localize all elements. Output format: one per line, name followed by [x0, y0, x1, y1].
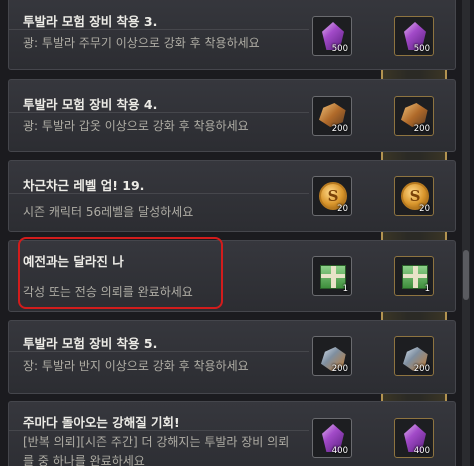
quest-title: 투발라 모험 장비 착용 3.	[23, 14, 158, 29]
quest-description: [반복 의뢰][시즌 주간] 더 강해지는 투발라 장비 의뢰를 중 하나를 완…	[23, 435, 290, 466]
premium-reward-slot[interactable]: 20	[394, 176, 434, 216]
quest-card[interactable]: 투발라 모험 장비 착용 3. 광: 투발라 주무기 이상으로 강화 후 착용하…	[8, 0, 456, 70]
scrollbar-track[interactable]	[462, 0, 470, 466]
reward-slot[interactable]: 1	[312, 256, 352, 296]
premium-reward-slot[interactable]: 500	[394, 16, 434, 56]
reward-count: 200	[331, 124, 348, 134]
quest-description: 광: 투발라 주무기 이상으로 강화 후 착용하세요	[23, 36, 260, 50]
divider	[9, 351, 309, 352]
premium-reward-slot[interactable]: 400	[394, 418, 434, 458]
quest-title: 주마다 돌아오는 강해질 기회!	[23, 415, 180, 430]
reward-count: 200	[413, 124, 430, 134]
quest-description: 장: 투발라 반지 이상으로 강화 후 착용하세요	[23, 359, 249, 373]
quest-card[interactable]: 주마다 돌아오는 강해질 기회! [반복 의뢰][시즌 주간] 더 강해지는 투…	[8, 401, 456, 466]
red-highlight-annotation	[18, 237, 223, 309]
reward-count: 1	[342, 284, 348, 294]
reward-count: 1	[424, 284, 430, 294]
reward-count: 400	[413, 446, 430, 456]
reward-count: 200	[413, 364, 430, 374]
reward-count: 500	[413, 44, 430, 54]
premium-reward-slot[interactable]: 1	[394, 256, 434, 296]
quest-description: 광: 투발라 갑옷 이상으로 강화 후 착용하세요	[23, 119, 249, 133]
reward-slot[interactable]: 200	[312, 96, 352, 136]
divider	[9, 193, 309, 194]
quest-list: 투발라 모험 장비 착용 3. 광: 투발라 주무기 이상으로 강화 후 착용하…	[0, 0, 474, 466]
reward-count: 500	[331, 44, 348, 54]
reward-count: 20	[419, 204, 430, 214]
quest-card[interactable]: 투발라 모험 장비 착용 4. 광: 투발라 갑옷 이상으로 강화 후 착용하세…	[8, 79, 456, 152]
scrollbar-thumb[interactable]	[463, 250, 469, 300]
quest-title: 투발라 모험 장비 착용 5.	[23, 336, 158, 351]
divider	[9, 112, 309, 113]
reward-count: 400	[331, 446, 348, 456]
quest-title: 투발라 모험 장비 착용 4.	[23, 97, 158, 112]
reward-slot[interactable]: 20	[312, 176, 352, 216]
quest-card[interactable]: 차근차근 레벨 업! 19. 시즌 캐릭터 56레벨을 달성하세요	[8, 160, 456, 232]
premium-reward-slot[interactable]: 200	[394, 96, 434, 136]
reward-slot[interactable]: 400	[312, 418, 352, 458]
reward-count: 20	[337, 204, 348, 214]
divider	[9, 29, 309, 30]
reward-slot[interactable]: 200	[312, 336, 352, 376]
quest-title: 차근차근 레벨 업! 19.	[23, 178, 145, 193]
quest-card[interactable]: 투발라 모험 장비 착용 5. 장: 투발라 반지 이상으로 강화 후 착용하세…	[8, 320, 456, 394]
quest-description: 시즌 캐릭터 56레벨을 달성하세요	[23, 205, 194, 219]
reward-count: 200	[331, 364, 348, 374]
divider	[9, 430, 309, 431]
reward-slot[interactable]: 500	[312, 16, 352, 56]
premium-reward-slot[interactable]: 200	[394, 336, 434, 376]
